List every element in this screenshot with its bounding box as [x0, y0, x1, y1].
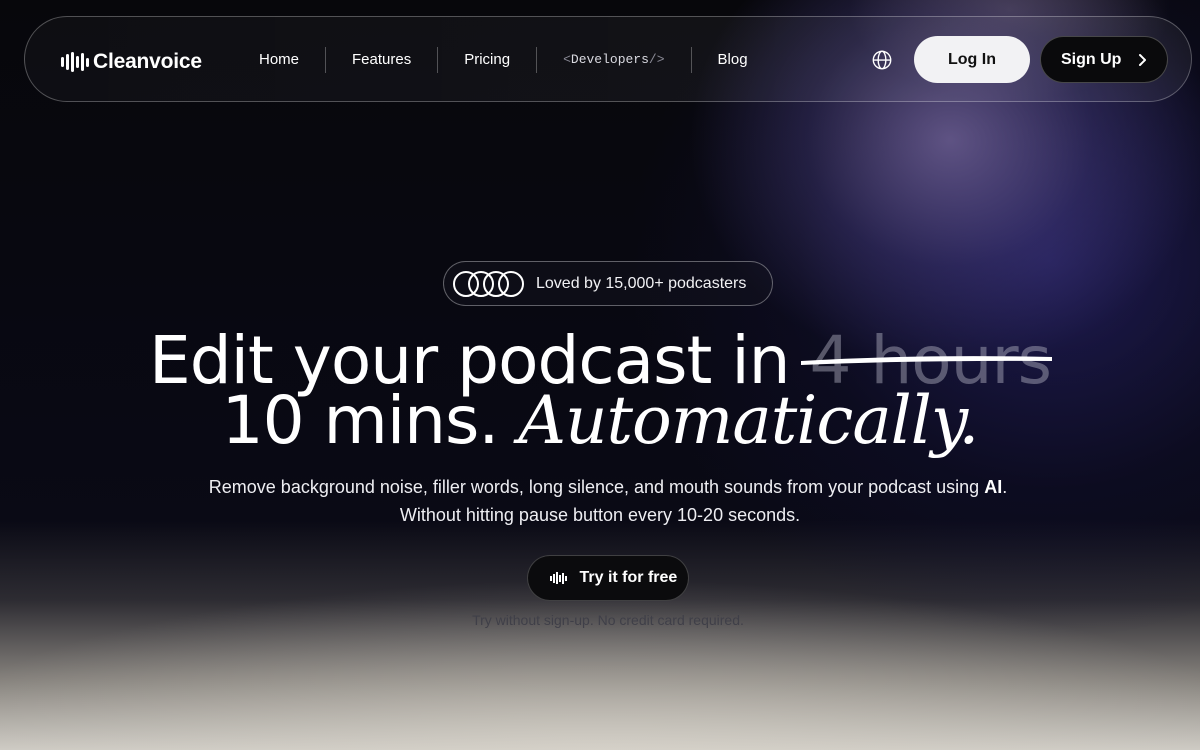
- waveform-icon: [550, 572, 567, 584]
- signup-button[interactable]: Sign Up: [1040, 36, 1168, 83]
- headline-italic: Automatically.: [518, 382, 979, 459]
- badge-text: Loved by 15,000+ podcasters: [536, 274, 747, 292]
- developers-label: Developers: [570, 52, 649, 67]
- top-navbar: Cleanvoice Home Features Pricing <Develo…: [24, 16, 1192, 102]
- strikethrough-line: [801, 356, 1053, 365]
- nav-features-link[interactable]: Features: [326, 47, 437, 73]
- nav-home-link[interactable]: Home: [233, 47, 325, 73]
- logo[interactable]: Cleanvoice: [61, 50, 202, 74]
- hero-subtext-line-2: Without hitting pause button every 10-20…: [399, 505, 801, 525]
- main-menu: Home Features Pricing <Developers/> Blog: [233, 17, 774, 103]
- chevron-right-icon: [1139, 53, 1147, 66]
- logo-text: Cleanvoice: [93, 50, 202, 73]
- logo-waveform-icon: [61, 52, 89, 72]
- try-free-button[interactable]: Try it for free: [527, 555, 689, 601]
- nav-pricing-link[interactable]: Pricing: [438, 47, 536, 73]
- login-button[interactable]: Log In: [914, 36, 1030, 83]
- developers-bracket-open: <: [563, 52, 571, 67]
- signup-label: Sign Up: [1061, 50, 1122, 68]
- nav-blog-link[interactable]: Blog: [692, 47, 774, 73]
- hero-subtext-line-1: Remove background noise, filler words, l…: [8, 473, 1200, 501]
- headline-part-2: 10 mins.: [221, 382, 519, 459]
- developers-bracket-close: />: [648, 52, 665, 67]
- nav-developers-link[interactable]: <Developers/>: [537, 47, 690, 73]
- signup-note: Try without sign-up. No credit card requ…: [472, 612, 744, 628]
- globe-icon[interactable]: [871, 49, 893, 71]
- cta-label: Try it for free: [579, 569, 678, 586]
- subtext-bold: AI: [984, 477, 1003, 497]
- headline-line-2: 10 mins. Automatically.: [0, 382, 1200, 462]
- subtext-before: Remove background noise, filler words, l…: [208, 477, 985, 497]
- subtext-after: .: [1002, 477, 1008, 497]
- social-proof-badge: Loved by 15,000+ podcasters: [443, 261, 773, 306]
- four-rings-icon: [453, 270, 525, 297]
